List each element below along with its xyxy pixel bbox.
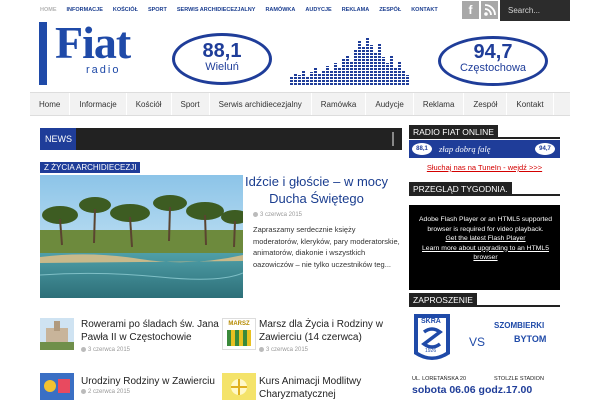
post-title[interactable]: Kurs Animacji Modlitwy Charyzmatycznej <box>259 375 404 400</box>
clock-icon <box>259 347 264 352</box>
logo-accent-bar <box>39 22 47 85</box>
main-nav-serwis[interactable]: Serwis archidiecezjalny <box>210 93 312 115</box>
main-nav-home[interactable]: Home <box>30 93 71 115</box>
post-thumbnail[interactable] <box>40 318 74 350</box>
sidebar-divider <box>409 194 560 196</box>
flash-message: Adobe Flash Player or an HTML5 supported… <box>419 216 552 233</box>
radio-online-freq-1: 88,1 <box>412 143 432 155</box>
station-czestochowa-freq: 94,7 <box>473 41 513 63</box>
search-input[interactable] <box>500 0 570 21</box>
html5-upgrade-link[interactable]: Learn more about upgrading to an HTML5 b… <box>422 245 549 262</box>
news-ticker-divider <box>392 132 394 146</box>
post-thumbnail-graphic <box>227 330 251 346</box>
video-player[interactable]: Adobe Flash Player or an HTML5 supported… <box>409 205 560 290</box>
top-nav-sport[interactable]: SPORT <box>148 7 167 13</box>
main-nav-reklama[interactable]: Reklama <box>414 93 465 115</box>
main-nav-sport[interactable]: Sport <box>172 93 210 115</box>
poster-venue: STOLZLE STADION <box>494 376 544 382</box>
post-thumbnail-text: MARSZ <box>228 321 250 327</box>
post-title[interactable]: Marsz dla Życia i Rodziny w Zawierciu (1… <box>259 318 404 344</box>
main-nav-informacje[interactable]: Informacje <box>70 93 127 115</box>
top-nav: HOME INFORMACJE KOŚCIÓŁ SPORT SERWIS ARC… <box>40 7 438 13</box>
main-nav-ramowka[interactable]: Ramówka <box>312 93 367 115</box>
top-nav-kosciol[interactable]: KOŚCIÓŁ <box>113 7 138 13</box>
top-nav-informacje[interactable]: INFORMACJE <box>67 7 103 13</box>
main-nav-kontakt[interactable]: Kontakt <box>507 93 554 115</box>
sidebar-divider <box>409 137 560 139</box>
post-date: 3 czerwca 2015 <box>81 347 130 353</box>
flash-player-link[interactable]: Get the latest Flash Player <box>445 235 525 242</box>
rss-icon[interactable] <box>481 1 498 19</box>
featured-excerpt: Zapraszamy serdecznie księży moderatorów… <box>253 225 400 269</box>
featured-title[interactable]: Idźcie i głoście – w mocy Ducha Świętego <box>225 174 400 208</box>
top-nav-audycje[interactable]: AUDYCJE <box>305 7 331 13</box>
tunein-link[interactable]: Słuchaj nas na TuneIn - wejdź >>> <box>409 163 560 172</box>
post-date: 3 czerwca 2015 <box>259 347 308 353</box>
match-poster[interactable]: VS SZOMBIERKI BYTOM UL. LORETAŃSKA 20 ST… <box>409 308 560 400</box>
featured-date: 3 czerwca 2015 <box>253 212 302 218</box>
radio-online-freq-2: 94,7 <box>535 143 555 155</box>
radio-online-slogan: złap dobrą falę <box>439 144 491 154</box>
equalizer-graphic <box>290 35 410 85</box>
station-czestochowa-city: Częstochowa <box>459 62 527 74</box>
poster-team2-line2: BYTOM <box>514 334 546 344</box>
top-nav-home[interactable]: HOME <box>40 7 57 13</box>
station-czestochowa-badge: 94,7 Częstochowa <box>438 36 548 86</box>
news-ticker: NEWS <box>40 128 402 150</box>
news-ticker-label: NEWS <box>40 128 76 150</box>
main-nav-zespol[interactable]: Zespół <box>464 93 508 115</box>
top-nav-zespol[interactable]: ZESPÓŁ <box>379 7 401 13</box>
poster-vs: VS <box>469 335 485 349</box>
poster-team1: SKRA <box>421 318 441 325</box>
site-logo[interactable]: Fiat <box>55 20 131 66</box>
facebook-icon[interactable]: f <box>462 1 479 19</box>
sidebar-divider <box>409 305 560 307</box>
post-date: 2 czerwca 2015 <box>81 389 130 395</box>
site-logo-sub: radio <box>86 64 121 76</box>
station-wielun-city: Wieluń <box>205 61 239 73</box>
poster-team2-line1: SZOMBIERKI <box>494 321 544 330</box>
top-nav-kontakt[interactable]: KONTAKT <box>411 7 437 13</box>
station-wielun-freq: 88,1 <box>202 40 242 62</box>
main-nav-kosciol[interactable]: Kościół <box>127 93 172 115</box>
featured-category-label[interactable]: Z ŻYCIA ARCHIDIECEZJI <box>40 162 141 173</box>
search-box <box>500 0 570 21</box>
poster-address: UL. LORETAŃSKA 20 <box>412 375 466 382</box>
post-thumbnail[interactable]: MARSZ <box>222 318 256 350</box>
radio-online-banner[interactable]: 88,1 złap dobrą falę 94,7 <box>409 140 560 158</box>
main-nav: Home Informacje Kościół Sport Serwis arc… <box>30 92 570 116</box>
top-nav-reklama[interactable]: REKLAMA <box>342 7 370 13</box>
clock-icon <box>81 389 86 394</box>
featured-image[interactable] <box>40 175 243 298</box>
poster-when: sobota 06.06 godz.17.00 <box>412 384 532 396</box>
top-nav-serwis[interactable]: SERWIS ARCHIDIECEZJALNY <box>177 7 256 13</box>
clock-icon <box>253 212 258 217</box>
post-thumbnail[interactable] <box>222 373 256 400</box>
poster-year: 1926 <box>425 348 437 354</box>
station-wielun-badge: 88,1 Wieluń <box>172 33 272 85</box>
main-nav-audycje[interactable]: Audycje <box>366 93 414 115</box>
clock-icon <box>81 347 86 352</box>
post-thumbnail[interactable] <box>40 373 74 400</box>
top-nav-ramowka[interactable]: RAMÓWKA <box>265 7 295 13</box>
featured-date-text: 3 czerwca 2015 <box>260 212 303 219</box>
